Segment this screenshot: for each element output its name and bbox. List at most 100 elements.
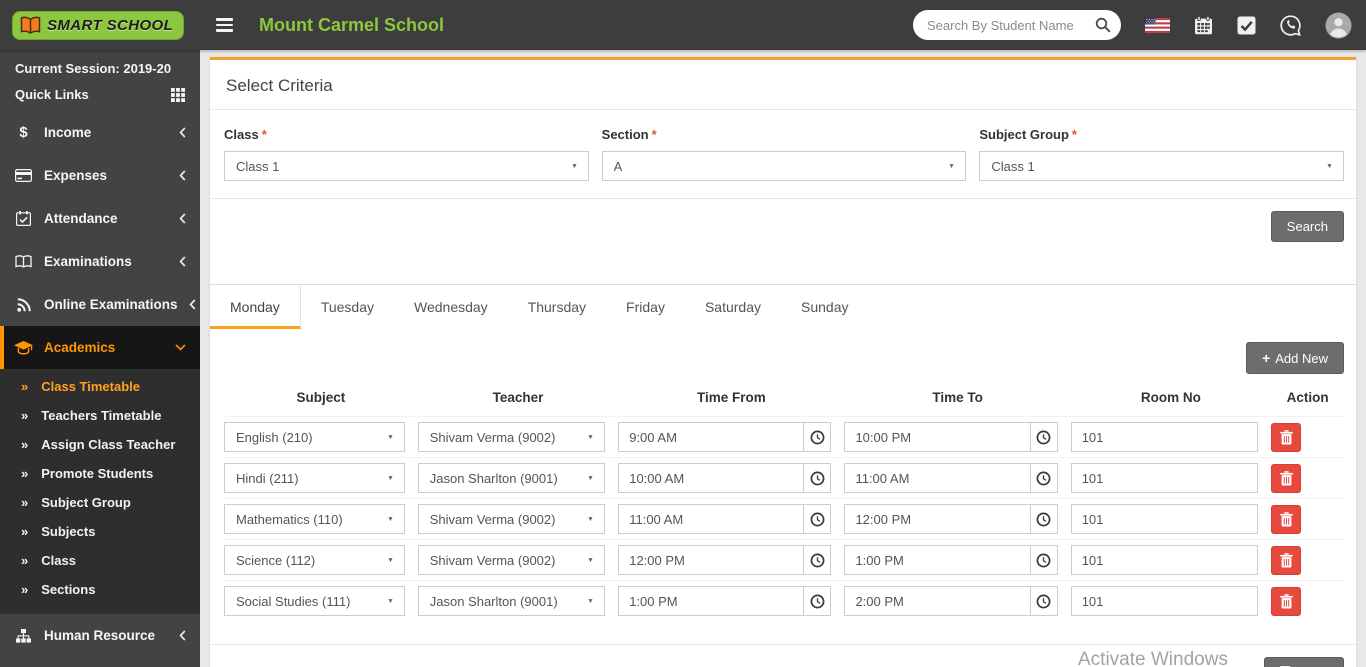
time-to-input[interactable]: [844, 422, 1031, 452]
sidebar-item-expenses[interactable]: Expenses: [0, 154, 200, 197]
clock-icon[interactable]: [804, 504, 832, 534]
room-no-input[interactable]: [1070, 463, 1259, 493]
time-to-group: [844, 463, 1058, 493]
delete-row-button[interactable]: [1271, 463, 1302, 493]
tab-saturday[interactable]: Saturday: [685, 285, 781, 329]
subject-select[interactable]: English (210): [224, 422, 405, 452]
sidebar-item-examinations[interactable]: Examinations: [0, 240, 200, 283]
delete-row-button[interactable]: [1271, 545, 1302, 575]
room-no-input[interactable]: [1070, 504, 1259, 534]
search-icon[interactable]: [1095, 17, 1111, 33]
tab-wednesday[interactable]: Wednesday: [394, 285, 508, 329]
sidebar-subitem-subject-group[interactable]: » Subject Group: [0, 488, 200, 517]
time-from-group: [618, 504, 832, 534]
sidebar-item-academics[interactable]: Academics: [0, 326, 200, 369]
clock-icon[interactable]: [804, 422, 832, 452]
clock-icon[interactable]: [1030, 463, 1058, 493]
table-header-row: Subject Teacher Time From Time To Room No Act…: [224, 385, 1344, 417]
tab-sunday[interactable]: Sunday: [781, 285, 868, 329]
sidebar-subitem-assign-class-teacher[interactable]: » Assign Class Teacher: [0, 430, 200, 459]
time-from-input[interactable]: [618, 586, 805, 616]
delete-row-button[interactable]: [1271, 504, 1302, 534]
subitem-label: Subject Group: [41, 495, 131, 510]
us-flag-icon[interactable]: [1145, 17, 1170, 33]
time-to-group: [844, 504, 1058, 534]
sidebar-subitem-promote-students[interactable]: » Promote Students: [0, 459, 200, 488]
room-no-input[interactable]: [1070, 422, 1259, 452]
search-button[interactable]: Search: [1270, 211, 1344, 242]
timetable-row: Hindi (211) Jason Sharlton (9001): [224, 457, 1344, 499]
time-from-input[interactable]: [618, 504, 805, 534]
delete-row-button[interactable]: [1271, 422, 1302, 452]
clock-icon[interactable]: [1030, 545, 1058, 575]
clock-icon[interactable]: [1030, 504, 1058, 534]
sidebar-subitem-teachers-timetable[interactable]: » Teachers Timetable: [0, 401, 200, 430]
clock-icon[interactable]: [1030, 586, 1058, 616]
tab-tuesday[interactable]: Tuesday: [301, 285, 394, 329]
room-no-input[interactable]: [1070, 545, 1259, 575]
teacher-select[interactable]: Jason Sharlton (9001): [417, 463, 606, 493]
column-header-room-no: Room No: [1140, 390, 1201, 405]
subject-select[interactable]: Science (112): [224, 545, 405, 575]
teacher-select-wrap: Jason Sharlton (9001): [417, 586, 606, 616]
time-to-input[interactable]: [844, 586, 1031, 616]
teacher-select-wrap: Shivam Verma (9002): [417, 545, 606, 575]
sidebar-item-online-examinations[interactable]: Online Examinations: [0, 283, 200, 326]
sidebar-subitem-sections[interactable]: » Sections: [0, 575, 200, 604]
teacher-select[interactable]: Shivam Verma (9002): [417, 504, 606, 534]
subject-select[interactable]: Hindi (211): [224, 463, 405, 493]
subject-select-wrap: Mathematics (110): [224, 504, 405, 534]
subject-select[interactable]: Social Studies (111): [224, 586, 405, 616]
student-search[interactable]: [913, 10, 1121, 40]
user-avatar[interactable]: [1325, 12, 1352, 39]
tasks-icon[interactable]: [1237, 16, 1256, 35]
delete-row-button[interactable]: [1271, 586, 1302, 616]
sidebar-item-human-resource[interactable]: Human Resource: [0, 614, 200, 657]
sidebar-subitem-subjects[interactable]: » Subjects: [0, 517, 200, 546]
time-from-input[interactable]: [618, 545, 805, 575]
whatsapp-icon[interactable]: [1280, 14, 1301, 36]
time-from-input[interactable]: [618, 463, 805, 493]
teacher-select[interactable]: Jason Sharlton (9001): [417, 586, 606, 616]
field-label-subject-group: Subject Group *: [979, 127, 1077, 142]
calendar-icon[interactable]: [1194, 15, 1213, 35]
sidebar-subitem-class[interactable]: » Class: [0, 546, 200, 575]
menu-toggle-icon[interactable]: [216, 18, 233, 32]
teacher-select[interactable]: Shivam Verma (9002): [417, 422, 606, 452]
time-from-input[interactable]: [618, 422, 805, 452]
teacher-select[interactable]: Shivam Verma (9002): [417, 545, 606, 575]
clock-icon[interactable]: [1030, 422, 1058, 452]
sidebar-item-communicate[interactable]: Communicate: [0, 657, 200, 667]
clock-icon[interactable]: [804, 463, 832, 493]
quick-links[interactable]: Quick Links: [0, 78, 200, 111]
subject-group-select[interactable]: Class 1: [979, 151, 1344, 181]
subject-select[interactable]: Mathematics (110): [224, 504, 405, 534]
section-select[interactable]: A: [601, 151, 967, 181]
time-to-input[interactable]: [844, 545, 1031, 575]
sidebar-item-income[interactable]: $ Income: [0, 111, 200, 154]
tab-monday[interactable]: Monday: [210, 285, 301, 329]
tab-friday[interactable]: Friday: [606, 285, 685, 329]
chevron-left-icon: [179, 213, 186, 224]
timetable-row: English (210) Shivam Verma (9002): [224, 416, 1344, 458]
class-select[interactable]: Class 1: [224, 151, 589, 181]
sidebar-item-attendance[interactable]: Attendance: [0, 197, 200, 240]
save-button[interactable]: Save: [1264, 657, 1344, 667]
field-label-class: Class *: [224, 127, 267, 142]
tab-thursday[interactable]: Thursday: [508, 285, 606, 329]
add-new-button[interactable]: + Add New: [1246, 342, 1344, 374]
time-to-input[interactable]: [844, 504, 1031, 534]
sidebar-subitem-class-timetable[interactable]: » Class Timetable: [0, 372, 200, 401]
clock-icon[interactable]: [804, 545, 832, 575]
activate-windows-watermark: Activate Windows: [1078, 649, 1228, 667]
room-no-input[interactable]: [1070, 586, 1259, 616]
sidebar-item-label: Income: [44, 125, 92, 140]
clock-icon[interactable]: [804, 586, 832, 616]
app-logo[interactable]: SMART SCHOOL: [0, 0, 200, 50]
graduation-cap-icon: [14, 340, 33, 355]
academics-submenu: » Class Timetable » Teachers Timetable »…: [0, 369, 200, 614]
time-to-input[interactable]: [844, 463, 1031, 493]
grid-icon[interactable]: [171, 87, 185, 102]
calendar-check-icon: [14, 211, 33, 226]
search-input[interactable]: [927, 17, 1095, 33]
